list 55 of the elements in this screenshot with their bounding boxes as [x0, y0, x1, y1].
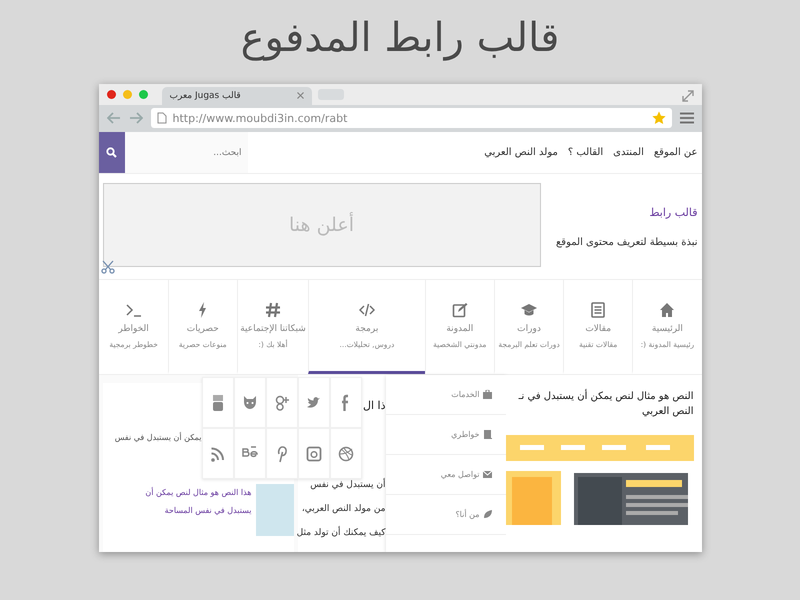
- dribbble-icon: [338, 444, 354, 462]
- home-icon: [659, 302, 676, 318]
- envelope-icon: [482, 470, 492, 479]
- post-excerpt: كيف يمكنك أن تولد مثل: [296, 528, 386, 540]
- github-icon: [242, 394, 258, 412]
- terminal-icon: [126, 302, 142, 318]
- maximize-window-button[interactable]: [138, 90, 148, 99]
- rss-icon: [210, 444, 226, 462]
- nav-link[interactable]: عن الموقع: [654, 147, 698, 158]
- nav-link[interactable]: القالب ؟: [568, 147, 604, 158]
- star-icon[interactable]: [652, 111, 666, 126]
- address-bar[interactable]: http://www.moubdi3in.com/rabt: [150, 108, 672, 128]
- social-link[interactable]: [298, 428, 330, 479]
- post-title[interactable]: النص هو مثال لنص يمكن أن يستبدل في نـ: [518, 391, 694, 402]
- site-name[interactable]: قالب رابط: [649, 206, 698, 218]
- hashtag-icon: [264, 302, 281, 318]
- instagram-icon: [306, 444, 322, 462]
- post-excerpt: من مولد النص العربي،: [302, 504, 386, 516]
- post-title[interactable]: النص العربي: [642, 406, 694, 417]
- briefcase-icon: [482, 390, 492, 399]
- social-link[interactable]: [266, 428, 298, 479]
- site-tagline: نبذة بسيطة لتعريف محتوى الموقع: [556, 236, 698, 248]
- search-field[interactable]: ابحث...: [124, 132, 248, 173]
- menu-icon[interactable]: [680, 112, 694, 124]
- search-button[interactable]: [98, 132, 124, 173]
- social-link[interactable]: [330, 428, 362, 479]
- social-link[interactable]: [202, 377, 234, 428]
- social-link[interactable]: [298, 377, 330, 428]
- expand-icon[interactable]: [682, 90, 694, 102]
- post-title[interactable]: ذا ال: [363, 399, 386, 412]
- post-excerpt: أن يستبدل في نفس: [310, 480, 386, 492]
- edit-icon: [452, 302, 468, 318]
- leaf-icon: [482, 510, 492, 519]
- search-icon: [106, 147, 117, 158]
- social-link[interactable]: [266, 377, 298, 428]
- nav-link[interactable]: المنتدى: [613, 147, 644, 158]
- social-link[interactable]: [330, 377, 362, 428]
- browser-tab[interactable]: قالب Jugas معرب: [162, 86, 312, 105]
- post-link[interactable]: هذا النص هو مثال لنص يمكن أن يستبدل في نفس المساحة: [122, 484, 252, 520]
- thumbnail-image[interactable]: [256, 484, 294, 536]
- google-plus-icon: [274, 394, 290, 412]
- scissors-icon[interactable]: [100, 260, 114, 274]
- page-icon: [156, 112, 166, 124]
- social-link[interactable]: [234, 428, 266, 479]
- social-link[interactable]: [234, 377, 266, 428]
- cap-icon: [521, 302, 537, 318]
- close-window-button[interactable]: [106, 90, 116, 99]
- social-link[interactable]: [202, 428, 234, 479]
- page-title: قالب رابط المدفوع: [240, 14, 560, 63]
- code-icon: [358, 302, 375, 318]
- list-icon: [590, 302, 606, 318]
- post-excerpt: يمكن أن يستبدل في نفس: [114, 433, 202, 442]
- book-icon: [482, 430, 492, 439]
- close-tab-icon[interactable]: [296, 92, 304, 100]
- nav-link[interactable]: مولد النص العربي: [484, 147, 558, 158]
